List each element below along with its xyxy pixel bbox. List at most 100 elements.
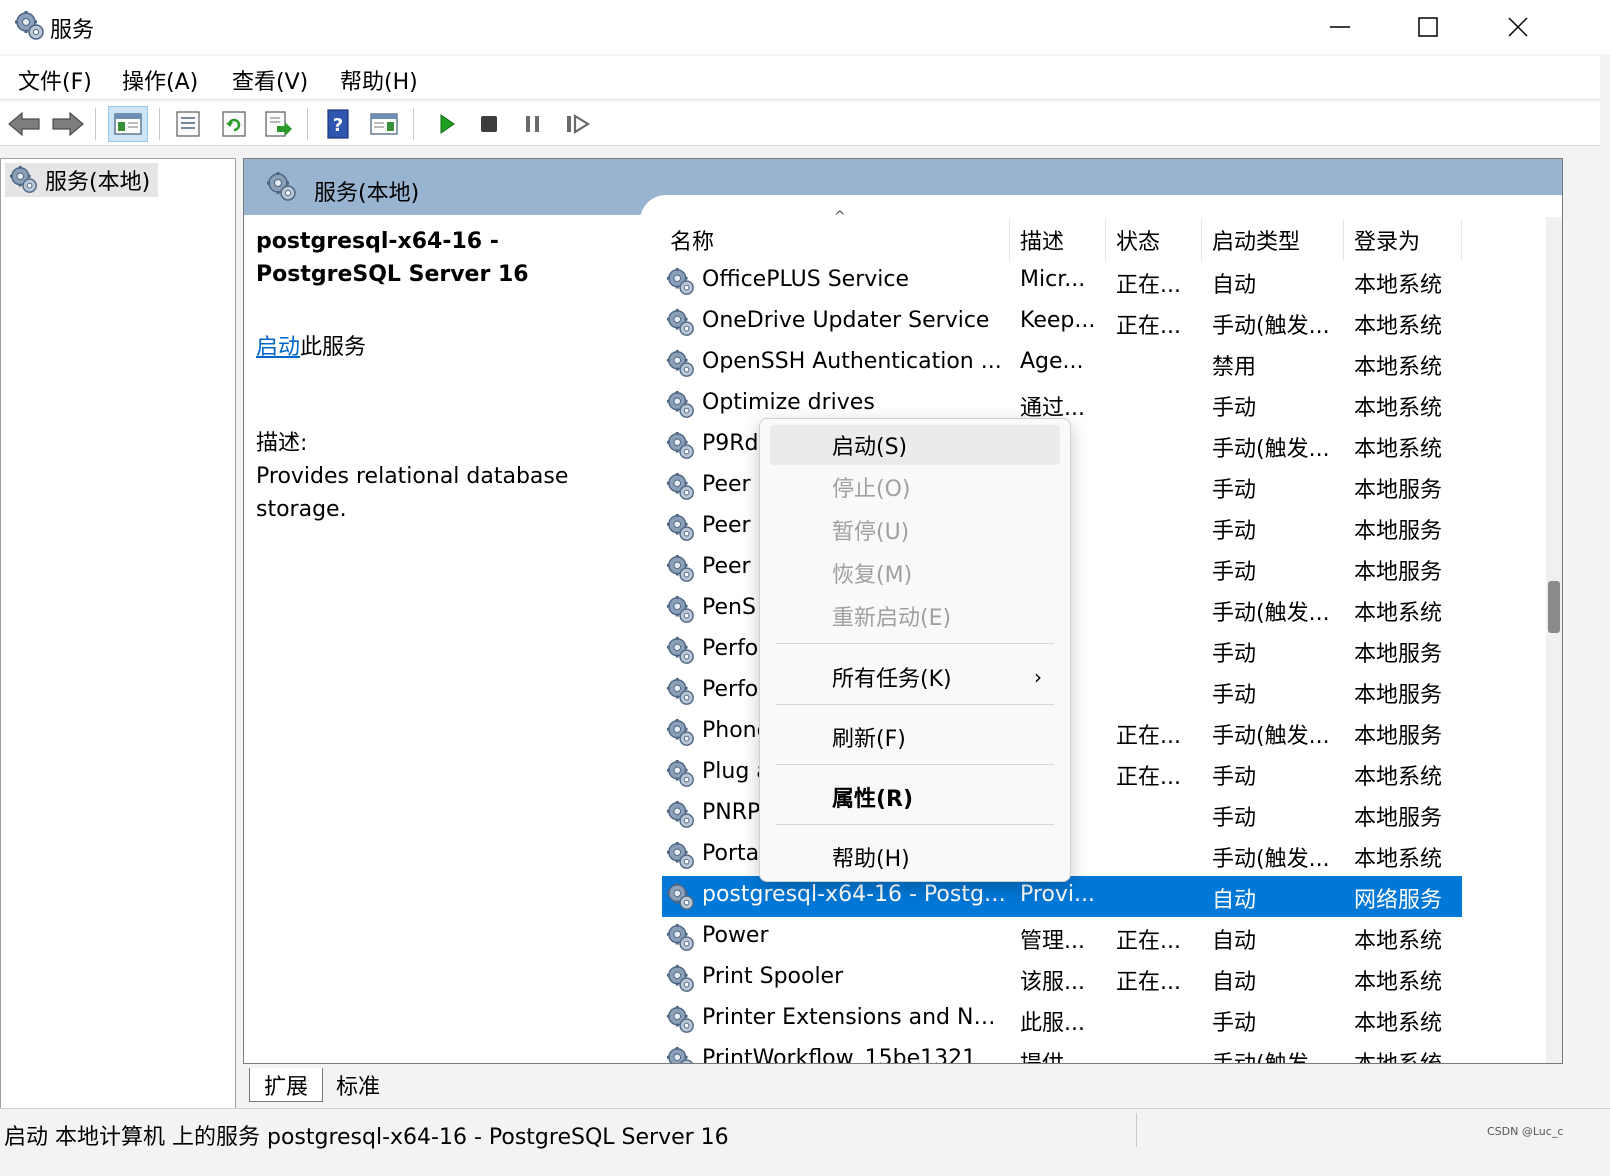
refresh-icon bbox=[222, 111, 246, 137]
forward-button[interactable] bbox=[48, 106, 88, 142]
toolbar-separator bbox=[307, 108, 308, 140]
minimize-icon bbox=[1330, 26, 1350, 28]
cell-desc: 提供... bbox=[1020, 1046, 1096, 1063]
start-service-button[interactable] bbox=[426, 106, 466, 142]
cell-name: Optimize drives bbox=[702, 390, 875, 415]
window-title: 服务 bbox=[50, 18, 95, 43]
tab-standard[interactable]: 标准 bbox=[323, 1068, 393, 1102]
cell-desc: 该服... bbox=[1020, 970, 1085, 995]
cell-name: PrintWorkflow_15be1321 bbox=[702, 1046, 977, 1064]
cell-type: 手动(触发... bbox=[1212, 601, 1330, 626]
toolbar-separator bbox=[95, 108, 96, 140]
table-row[interactable]: OpenSSH Authentication ... Age... 禁用 本地系统 bbox=[662, 343, 1462, 384]
table-row[interactable]: Printer Extensions and Noti... 此服... 手动 本地系… bbox=[662, 999, 1462, 1040]
services-gear-icon bbox=[266, 171, 298, 203]
cell-name: OneDrive Updater Service bbox=[702, 308, 990, 333]
cell-desc: Age... bbox=[1020, 349, 1084, 374]
scrollbar-thumb[interactable] bbox=[1548, 581, 1560, 633]
help-book-icon: ? bbox=[327, 109, 349, 139]
cell-type: 手动(触发... bbox=[1212, 724, 1330, 749]
cell-logon: 本地系统 bbox=[1354, 1011, 1443, 1036]
show-hide-console-tree-button[interactable] bbox=[108, 106, 148, 142]
cell-name: OfficePLUS Service bbox=[702, 267, 910, 292]
column-header-status[interactable]: 状态 bbox=[1106, 219, 1202, 261]
table-row[interactable]: postgresql-x64-16 - Postgr... Provi... 自动 网… bbox=[662, 876, 1462, 917]
stop-service-button[interactable] bbox=[469, 106, 509, 142]
cell-logon: 本地服务 bbox=[1354, 806, 1443, 831]
services-gear-icon bbox=[9, 165, 39, 195]
cell-logon: 本地服务 bbox=[1354, 519, 1443, 544]
view-tabs: 扩展 标准 bbox=[243, 1066, 1563, 1104]
tree-node-services-local[interactable]: 服务(本地) bbox=[5, 163, 159, 197]
service-gear-icon bbox=[666, 800, 696, 830]
status-text: 启动 本地计算机 上的服务 postgresql-x64-16 - Postgr… bbox=[4, 1125, 729, 1150]
cell-name: Power bbox=[702, 923, 769, 948]
service-gear-icon bbox=[666, 513, 696, 543]
maximize-button[interactable] bbox=[1383, 0, 1473, 54]
services-gear-icon bbox=[14, 10, 46, 42]
cell-logon: 本地服务 bbox=[1354, 478, 1443, 503]
export-list-button[interactable] bbox=[258, 106, 298, 142]
table-row[interactable]: OneDrive Updater Service Keep... 正在... 手动(触… bbox=[662, 302, 1462, 343]
cell-type: 手动 bbox=[1212, 519, 1257, 544]
menu-item-help[interactable]: 帮助(H) bbox=[770, 837, 1060, 877]
cell-desc: Micr... bbox=[1020, 267, 1086, 292]
cell-logon: 本地系统 bbox=[1354, 273, 1443, 298]
cell-status: 正在... bbox=[1116, 929, 1181, 954]
cell-type: 手动 bbox=[1212, 765, 1257, 790]
menu-view[interactable]: 查看(V) bbox=[232, 64, 308, 96]
description-text: Provides relational database storage. bbox=[256, 464, 569, 522]
cell-type: 手动 bbox=[1212, 396, 1257, 421]
column-header-name[interactable]: 名称 bbox=[660, 219, 1010, 261]
content-header-title: 服务(本地) bbox=[314, 181, 420, 206]
menu-item-refresh[interactable]: 刷新(F) bbox=[770, 717, 1060, 757]
cell-desc: Keep... bbox=[1020, 308, 1096, 333]
service-action-line: 启动此服务 bbox=[256, 329, 636, 361]
table-row[interactable]: Power 管理... 正在... 自动 本地系统 bbox=[662, 917, 1462, 958]
menu-separator bbox=[776, 704, 1054, 705]
service-gear-icon bbox=[666, 267, 696, 297]
show-action-pane-button[interactable] bbox=[364, 106, 404, 142]
minimize-button[interactable] bbox=[1295, 0, 1385, 54]
cell-logon: 本地系统 bbox=[1354, 601, 1443, 626]
help-button[interactable]: ? bbox=[318, 106, 358, 142]
column-header-log-on-as[interactable]: 登录为 bbox=[1344, 219, 1462, 261]
menu-item-properties[interactable]: 属性(R) bbox=[770, 777, 1060, 817]
refresh-button[interactable] bbox=[214, 106, 254, 142]
cell-status: 正在... bbox=[1116, 970, 1181, 995]
start-service-link[interactable]: 启动 bbox=[256, 335, 300, 360]
column-header-description[interactable]: 描述 bbox=[1010, 219, 1106, 261]
menu-action[interactable]: 操作(A) bbox=[122, 64, 198, 96]
status-bar: 启动 本地计算机 上的服务 postgresql-x64-16 - Postgr… bbox=[0, 1108, 1610, 1176]
table-row[interactable]: OfficePLUS Service Micr... 正在... 自动 本地系统 bbox=[662, 261, 1462, 302]
menu-item-all-tasks[interactable]: 所有任务(K) › bbox=[770, 657, 1060, 697]
cell-type: 自动 bbox=[1212, 888, 1257, 913]
table-row[interactable]: PrintWorkflow_15be1321 提供... 手动(触发... 本地系统 bbox=[662, 1040, 1462, 1064]
tab-extended[interactable]: 扩展 bbox=[249, 1068, 323, 1102]
menu-bar: 文件(F) 操作(A) 查看(V) 帮助(H) bbox=[0, 56, 1600, 100]
cell-type: 手动(触发... bbox=[1212, 847, 1330, 872]
service-detail-pane: postgresql-x64-16 - PostgreSQL Server 16… bbox=[256, 225, 636, 526]
service-gear-icon bbox=[666, 718, 696, 748]
pause-service-button[interactable] bbox=[513, 106, 553, 142]
vertical-scrollbar[interactable] bbox=[1546, 217, 1562, 1063]
menu-item-pause: 暂停(U) bbox=[832, 520, 910, 545]
menu-file[interactable]: 文件(F) bbox=[18, 64, 92, 96]
description-label: 描述: bbox=[256, 431, 308, 456]
service-gear-icon bbox=[666, 1046, 696, 1064]
column-header-startup-type[interactable]: 启动类型 bbox=[1202, 219, 1344, 261]
close-icon bbox=[1508, 17, 1528, 37]
cell-name: Printer Extensions and Noti... bbox=[702, 1005, 1008, 1030]
title-bar: 服务 bbox=[0, 0, 1610, 54]
table-row[interactable]: Print Spooler 该服... 正在... 自动 本地系统 bbox=[662, 958, 1462, 999]
service-gear-icon bbox=[666, 349, 696, 379]
properties-sheet-button[interactable] bbox=[168, 106, 208, 142]
menu-item-start[interactable]: 启动(S) bbox=[770, 425, 1060, 465]
restart-service-button[interactable] bbox=[558, 106, 598, 142]
service-gear-icon bbox=[666, 595, 696, 625]
menu-help[interactable]: 帮助(H) bbox=[340, 64, 418, 96]
service-gear-icon bbox=[666, 759, 696, 789]
cell-type: 自动 bbox=[1212, 929, 1257, 954]
close-button[interactable] bbox=[1473, 0, 1563, 54]
back-button[interactable] bbox=[4, 106, 44, 142]
